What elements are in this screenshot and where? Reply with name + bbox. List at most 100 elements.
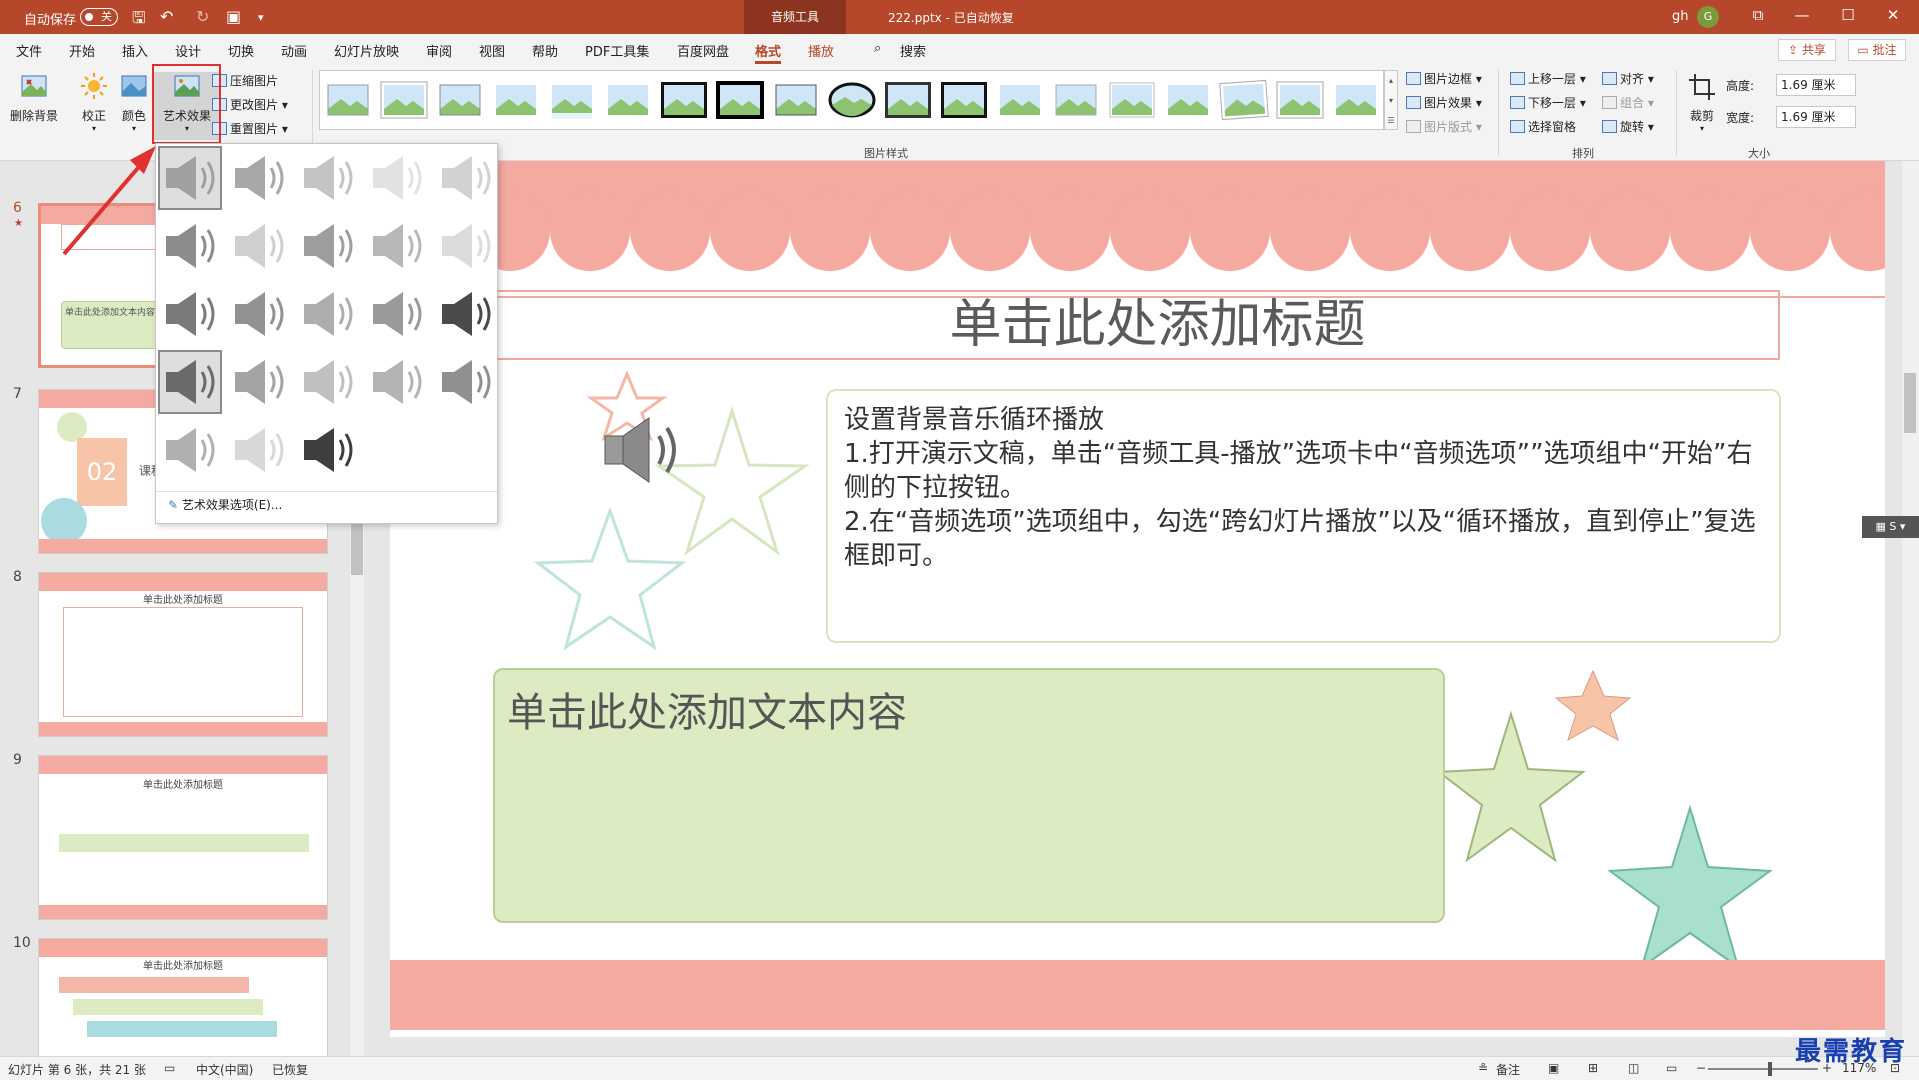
thumb-arrow: [59, 834, 309, 852]
effects-label: 图片效果: [1424, 96, 1473, 110]
undo-icon[interactable]: ↶: [160, 7, 173, 26]
send-backward-button[interactable]: 下移一层 ▾: [1510, 94, 1586, 111]
group-icon: [1602, 96, 1617, 109]
ime-toolbar[interactable]: ▦ S ▾: [1862, 516, 1919, 538]
ribbon-tabs: 文件 开始 插入 设计 切换 动画 幻灯片放映 审阅 视图 帮助 PDF工具集 …: [0, 34, 1919, 64]
group-separator: [1676, 70, 1677, 156]
notes-icon[interactable]: ≗: [1478, 1061, 1488, 1075]
group-label-styles: 图片样式: [864, 147, 908, 160]
thumb-banner: [39, 573, 327, 591]
thumb-banner: [39, 939, 327, 957]
zoom-slider-thumb[interactable]: [1768, 1062, 1772, 1076]
editor-scroll-thumb[interactable]: [1904, 373, 1916, 433]
tab-review[interactable]: 审阅: [426, 41, 452, 60]
content-placeholder[interactable]: 单击此处添加文本内容: [507, 680, 907, 738]
slide-textbox[interactable]: 设置背景音乐循环播放 1.打开演示文稿，单击“音频工具-播放”选项卡中“音频选项…: [826, 389, 1781, 643]
watermark-logo: 最需教育: [1795, 1037, 1908, 1067]
close-icon[interactable]: ✕: [1878, 6, 1908, 28]
change-picture-button[interactable]: 更改图片 ▾: [212, 96, 288, 113]
picture-border-button[interactable]: 图片边框 ▾: [1406, 70, 1482, 87]
remove-background-button[interactable]: 删除背景: [8, 72, 60, 124]
comments-button[interactable]: ▭ 批注: [1848, 39, 1906, 61]
minimize-icon[interactable]: —: [1787, 6, 1817, 28]
align-button[interactable]: 对齐 ▾: [1602, 70, 1654, 87]
star-icon: ★: [14, 218, 23, 229]
save-icon[interactable]: 🖫: [132, 7, 146, 34]
bottom-banner: [390, 960, 1885, 1030]
compress-label: 压缩图片: [230, 74, 279, 88]
color-button[interactable]: 颜色 ▾: [116, 72, 152, 133]
rotate-button[interactable]: 旋转 ▾: [1602, 118, 1654, 135]
picture-effects-button[interactable]: 图片效果 ▾: [1406, 94, 1482, 111]
sun-icon: [81, 73, 107, 99]
crop-button[interactable]: 裁剪 ▾: [1686, 72, 1718, 133]
ribbon-display-icon[interactable]: ⧉: [1743, 6, 1773, 28]
notes-button[interactable]: 备注: [1496, 1061, 1520, 1078]
corrections-button[interactable]: 校正 ▾: [74, 72, 114, 133]
search-box[interactable]: 搜索: [900, 41, 926, 60]
share-button[interactable]: ⇪ 共享: [1778, 39, 1836, 61]
title-bar: 自动保存 关 🖫 ↶ ↻ ▣ ▾ 音频工具 222.pptx - 已自动恢复 g…: [0, 0, 1919, 34]
slide-thumbnail-10[interactable]: 单击此处添加标题: [38, 938, 328, 1056]
thumb-banner: [39, 756, 327, 774]
artistic-effects-options-item[interactable]: ✎ 艺术效果选项(E)...: [168, 496, 282, 513]
slideshow-icon[interactable]: ▭: [1666, 1061, 1677, 1075]
audio-icon: [604, 417, 676, 483]
tab-pdf-tools[interactable]: PDF工具集: [585, 41, 649, 60]
search-icon[interactable]: ⌕: [874, 41, 881, 56]
presentation-icon[interactable]: ▣: [226, 7, 241, 26]
slide-sorter-icon[interactable]: ⊞: [1588, 1061, 1598, 1075]
reset-picture-button[interactable]: 重置图片 ▾: [212, 120, 288, 137]
tab-design[interactable]: 设计: [175, 41, 201, 60]
height-input[interactable]: 1.69 厘米: [1776, 74, 1856, 96]
slide-number: 8: [13, 569, 22, 585]
selection-pane-icon: [1510, 120, 1525, 133]
tab-format[interactable]: 格式: [755, 41, 782, 64]
selection-pane-button[interactable]: 选择窗格: [1510, 118, 1576, 135]
slide-thumbnail-9[interactable]: 单击此处添加标题: [38, 755, 328, 920]
tab-playback[interactable]: 播放: [808, 41, 834, 60]
tab-home[interactable]: 开始: [69, 41, 95, 60]
slide-thumbnail-8[interactable]: 单击此处添加标题: [38, 572, 328, 737]
slide-title[interactable]: 单击此处添加标题: [475, 290, 1780, 360]
thumb-badge: 02: [77, 438, 127, 506]
rotate-icon: [1602, 120, 1617, 133]
align-label: 对齐: [1620, 72, 1645, 86]
avatar[interactable]: G: [1697, 6, 1719, 28]
gallery-scroll[interactable]: ▴ ▾ ☰: [1384, 70, 1398, 130]
thumb-step: [59, 977, 249, 993]
comments-label: 批注: [1872, 43, 1897, 57]
user-name[interactable]: gh: [1672, 9, 1689, 24]
options-icon: ✎: [168, 498, 179, 512]
tab-insert[interactable]: 插入: [122, 41, 148, 60]
autosave-label: 自动保存: [24, 13, 77, 28]
zoom-slider[interactable]: [1708, 1068, 1818, 1070]
tab-view[interactable]: 视图: [479, 41, 505, 60]
qat-customize-icon[interactable]: ▾: [258, 11, 264, 24]
thumb-title: 单击此处添加标题: [143, 961, 223, 972]
tab-file[interactable]: 文件: [16, 41, 42, 60]
tab-slideshow[interactable]: 幻灯片放映: [334, 41, 399, 60]
tab-help[interactable]: 帮助: [532, 41, 558, 60]
status-bar: 幻灯片 第 6 张，共 21 张 ▭ 中文(中国) 已恢复 ≗ 备注 ▣ ⊞ ◫…: [0, 1056, 1919, 1080]
tab-transitions[interactable]: 切换: [228, 41, 254, 60]
picture-styles-gallery[interactable]: [319, 70, 1384, 130]
bring-forward-button[interactable]: 上移一层 ▾: [1510, 70, 1586, 87]
thumb-banner: [39, 539, 327, 553]
width-input[interactable]: 1.69 厘米: [1776, 106, 1856, 128]
chevron-down-icon: ▾: [131, 124, 136, 133]
tab-animations[interactable]: 动画: [281, 41, 307, 60]
thumb-step: [73, 999, 263, 1015]
group-button: 组合 ▾: [1602, 94, 1654, 111]
language-indicator[interactable]: 中文(中国): [196, 1061, 253, 1078]
reading-view-icon[interactable]: ◫: [1628, 1061, 1639, 1075]
tab-baidu-netdisk[interactable]: 百度网盘: [677, 41, 729, 60]
zoom-out-icon[interactable]: −: [1696, 1061, 1706, 1075]
autosave-toggle[interactable]: 关: [80, 8, 118, 26]
editor-scrollbar[interactable]: [1902, 161, 1919, 1056]
redo-icon[interactable]: ↻: [196, 7, 209, 26]
compress-pictures-button[interactable]: 压缩图片: [212, 72, 278, 89]
normal-view-icon[interactable]: ▣: [1548, 1061, 1559, 1075]
maximize-icon[interactable]: ☐: [1833, 6, 1863, 28]
accessibility-icon[interactable]: ▭: [164, 1061, 175, 1075]
